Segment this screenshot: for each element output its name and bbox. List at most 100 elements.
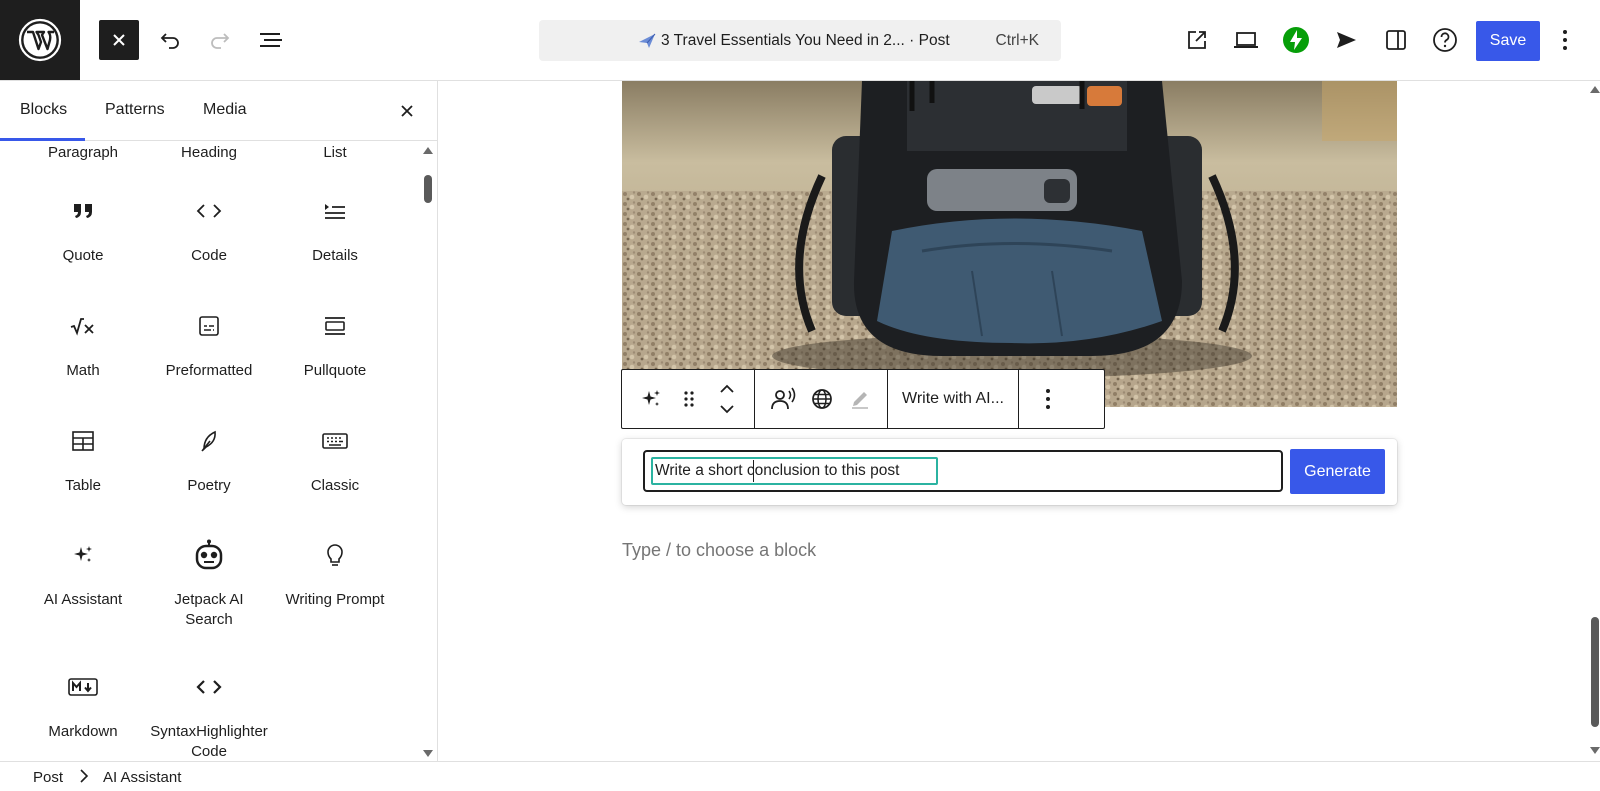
list-view-icon	[260, 33, 282, 47]
save-button[interactable]: Save	[1476, 21, 1540, 61]
block-details[interactable]: Details	[275, 196, 395, 266]
block-ai-assistant[interactable]: AI Assistant	[23, 540, 143, 610]
tab-blocks[interactable]: Blocks	[20, 101, 67, 119]
drag-handle-icon	[684, 391, 694, 407]
details-icon	[275, 196, 395, 226]
ai-prompt-input[interactable]: Write a short conclusion to this post	[643, 450, 1283, 492]
block-poetry[interactable]: Poetry	[149, 426, 269, 496]
code-icon	[149, 196, 269, 226]
block-markdown[interactable]: Markdown	[23, 672, 143, 742]
close-icon	[401, 105, 413, 117]
breadcrumb-ai-assistant: AI Assistant	[103, 769, 182, 786]
chevron-right-icon	[80, 769, 89, 783]
view-post-button[interactable]	[1177, 20, 1217, 60]
pullquote-icon	[275, 311, 395, 341]
jetpack-icon	[1283, 27, 1309, 53]
quote-icon	[23, 196, 143, 226]
redo-icon	[211, 33, 230, 49]
inserter-scroll-thumb[interactable]	[424, 175, 432, 203]
tone-voice-button[interactable]	[765, 370, 803, 428]
write-with-ai-button[interactable]: Write with AI...	[888, 390, 1018, 408]
editor-header: 3 Travel Essentials You Need in 2... · P…	[0, 0, 1600, 81]
preformatted-icon	[149, 311, 269, 341]
code-icon	[149, 672, 269, 702]
inserter-scrollbar[interactable]	[422, 142, 434, 761]
chevron-up-down-icon	[720, 384, 734, 414]
text-caret	[753, 460, 754, 482]
canvas-scroll-thumb[interactable]	[1591, 617, 1599, 727]
block-table[interactable]: Table	[23, 426, 143, 496]
block-writing-prompt[interactable]: Writing Prompt	[275, 540, 395, 610]
generate-button[interactable]: Generate	[1290, 449, 1385, 494]
lightbulb-icon	[275, 540, 395, 570]
tab-patterns[interactable]: Patterns	[105, 101, 165, 119]
keyboard-icon	[275, 426, 395, 456]
help-button[interactable]	[1425, 20, 1465, 60]
block-type-button[interactable]	[632, 370, 670, 428]
sidebar-icon	[1386, 30, 1406, 50]
backpack-photo	[622, 81, 1397, 407]
block-jetpack-ai-search[interactable]: Jetpack AI Search	[149, 539, 269, 630]
block-pullquote[interactable]: Pullquote	[275, 311, 395, 381]
airplane-icon	[639, 33, 656, 48]
document-overview-button[interactable]	[251, 20, 291, 60]
block-toolbar-options-group	[1019, 370, 1077, 428]
active-tab-indicator	[0, 138, 85, 141]
globe-icon	[812, 389, 832, 409]
more-vertical-icon	[1045, 389, 1050, 409]
speaking-person-icon	[771, 387, 796, 410]
block-syntaxhighlighter-code[interactable]: SyntaxHighlighter Code	[149, 672, 269, 761]
translate-button[interactable]	[803, 370, 841, 428]
block-toolbar-group-main	[622, 370, 755, 428]
document-bar[interactable]: 3 Travel Essentials You Need in 2... · P…	[539, 20, 1061, 61]
move-up-down-button[interactable]	[708, 370, 746, 428]
document-title: 3 Travel Essentials You Need in 2... · P…	[661, 32, 950, 49]
close-icon	[113, 34, 125, 46]
robot-icon	[149, 539, 269, 570]
table-icon	[23, 426, 143, 456]
block-quote[interactable]: Quote	[23, 196, 143, 266]
settings-sidebar-button[interactable]	[1376, 20, 1416, 60]
tab-media[interactable]: Media	[203, 101, 247, 119]
publish-panel-button[interactable]	[1326, 20, 1366, 60]
ai-assistant-panel: Write a short conclusion to this post Ge…	[622, 439, 1397, 505]
block-code[interactable]: Code	[149, 196, 269, 266]
edit-button[interactable]	[841, 370, 879, 428]
block-options-button[interactable]	[1019, 370, 1077, 428]
jetpack-button[interactable]	[1276, 20, 1316, 60]
markdown-icon	[23, 672, 143, 702]
write-with-ai-group: Write with AI...	[888, 370, 1019, 428]
canvas-scrollbar[interactable]	[1589, 81, 1600, 761]
close-inserter-button[interactable]	[99, 20, 139, 60]
pencil-icon	[852, 392, 868, 409]
undo-icon	[160, 33, 179, 49]
block-list-item[interactable]: List	[275, 144, 395, 161]
empty-block-placeholder[interactable]: Type / to choose a block	[622, 540, 816, 561]
undo-button[interactable]	[150, 20, 190, 60]
sparkles-icon	[23, 540, 143, 570]
close-inserter-panel-button[interactable]	[395, 99, 419, 123]
wordpress-logo-button[interactable]	[0, 0, 80, 80]
options-button[interactable]	[1550, 20, 1580, 60]
scroll-down-arrow-icon	[423, 750, 433, 757]
editor-canvas: Write with AI... Write a short conclusio…	[439, 81, 1600, 761]
desktop-icon	[1234, 32, 1258, 48]
image-block[interactable]	[622, 81, 1397, 407]
block-preformatted[interactable]: Preformatted	[149, 311, 269, 381]
command-shortcut: Ctrl+K	[995, 32, 1040, 49]
scroll-up-arrow-icon	[423, 147, 433, 154]
preview-button[interactable]	[1226, 20, 1266, 60]
ai-prompt-value: Write a short conclusion to this post	[655, 462, 900, 479]
scroll-up-arrow-icon	[1590, 86, 1600, 93]
math-icon	[23, 311, 143, 341]
block-heading[interactable]: Heading	[149, 144, 269, 161]
wordpress-logo-icon	[18, 18, 62, 62]
block-math[interactable]: Math	[23, 311, 143, 381]
external-link-icon	[1188, 31, 1206, 49]
breadcrumb-post[interactable]: Post	[33, 769, 63, 786]
redo-button[interactable]	[200, 20, 240, 60]
block-paragraph[interactable]: Paragraph	[23, 144, 143, 161]
drag-handle[interactable]	[670, 370, 708, 428]
help-icon	[1433, 28, 1457, 52]
block-classic[interactable]: Classic	[275, 426, 395, 496]
